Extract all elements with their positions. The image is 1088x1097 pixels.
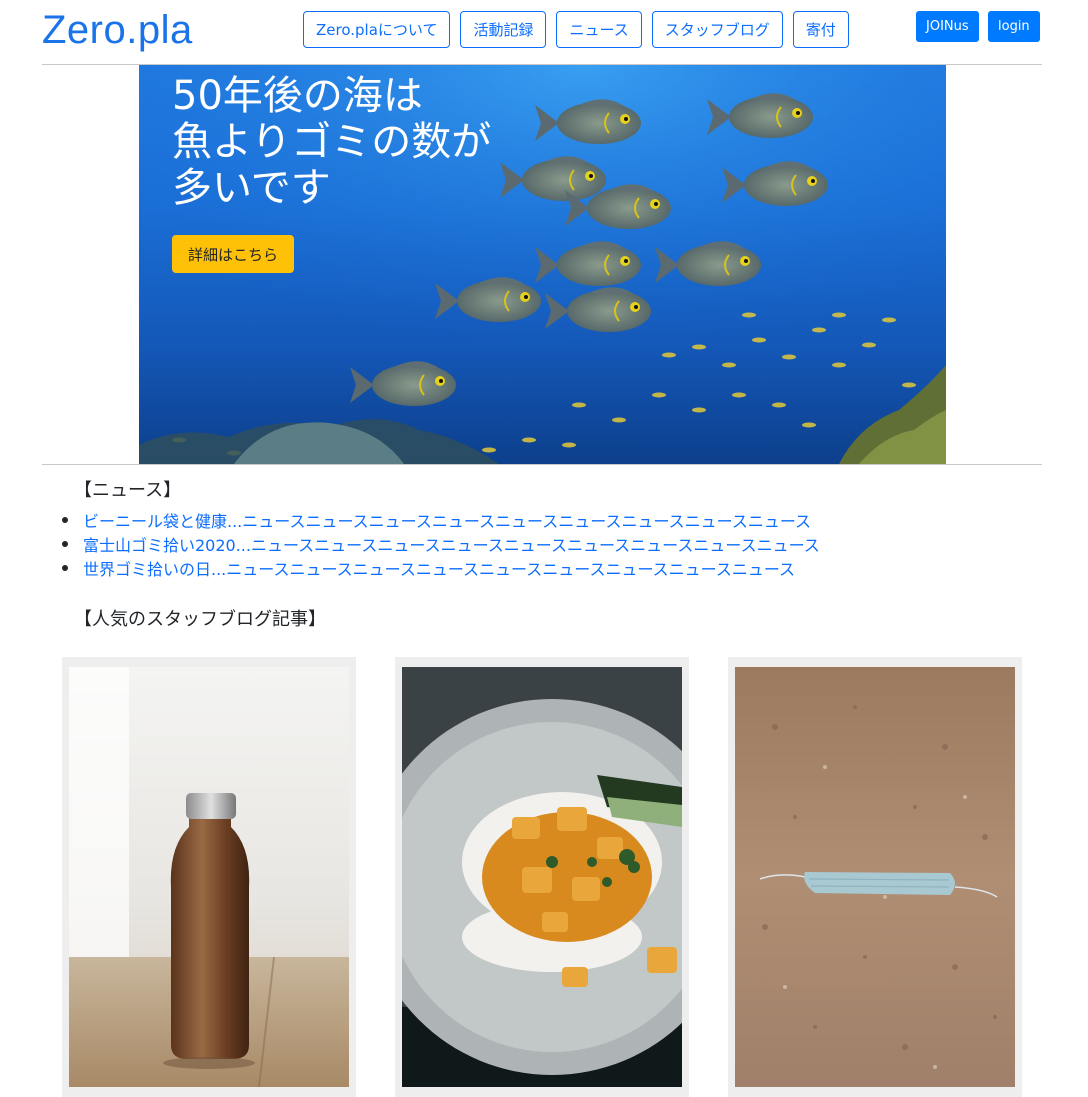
site-header: Zero.pla Zero.plaについて 活動記録 ニュース スタッフブログ … [0,0,1088,64]
site-logo[interactable]: Zero.pla [42,8,193,53]
news-list: ビーニール袋と健康...ニュースニュースニュースニュースニュースニュースニュース… [62,508,820,580]
nav-about-button[interactable]: Zero.plaについて [303,11,451,48]
news-link[interactable]: ビーニール袋と健康...ニュースニュースニュースニュースニュースニュースニュース… [83,508,811,532]
hero-headline-line: 多いです [172,165,331,211]
curry-plate-photo[interactable] [402,667,682,1087]
news-item[interactable]: 世界ゴミ拾いの日...ニュースニュースニュースニュースニュースニュースニュースニ… [62,556,820,580]
news-heading: 【ニュース】 [74,480,182,501]
news-link[interactable]: 世界ゴミ拾いの日...ニュースニュースニュースニュースニュースニュースニュースニ… [83,556,795,580]
blog-card-mask[interactable] [728,657,1022,1097]
bullet-icon [62,517,68,523]
details-button[interactable]: 詳細はこちら [172,235,294,273]
news-link[interactable]: 富士山ゴミ拾い2020...ニュースニュースニュースニュースニュースニュースニュ… [83,532,820,556]
nav-news-button[interactable]: ニュース [556,11,642,48]
nav-activity-button[interactable]: 活動記録 [460,11,547,48]
mask-on-ground-photo[interactable] [735,667,1015,1087]
hero-headline: 50年後の海は 魚よりゴミの数が 多いです [172,73,491,211]
join-button[interactable]: JOINus [916,11,979,42]
news-item[interactable]: ビーニール袋と健康...ニュースニュースニュースニュースニュースニュースニュース… [62,508,820,532]
bullet-icon [62,541,68,547]
bullet-icon [62,565,68,571]
login-button[interactable]: login [988,11,1040,42]
hero-headline-line: 50年後の海は [172,73,423,119]
nav-staff-blog-button[interactable]: スタッフブログ [651,11,783,48]
blog-heading: 【人気のスタッフブログ記事】 [74,609,326,630]
hero-banner: 50年後の海は 魚よりゴミの数が 多いです 詳細はこちら [139,65,946,464]
news-item[interactable]: 富士山ゴミ拾い2020...ニュースニュースニュースニュースニュースニュースニュ… [62,532,820,556]
login-button-wrap: login [988,11,1040,42]
blog-card-bottle[interactable] [62,657,356,1097]
nav-donate-button[interactable]: 寄付 [792,11,849,48]
main-nav: Zero.plaについて 活動記録 ニュース スタッフブログ 寄付 [303,11,849,48]
join-button-wrap: JOINus [916,11,979,42]
blog-card-curry[interactable] [395,657,689,1097]
hero-headline-line: 魚よりゴミの数が [172,119,492,165]
water-bottle-photo[interactable] [69,667,349,1087]
hero-divider [42,464,1042,465]
